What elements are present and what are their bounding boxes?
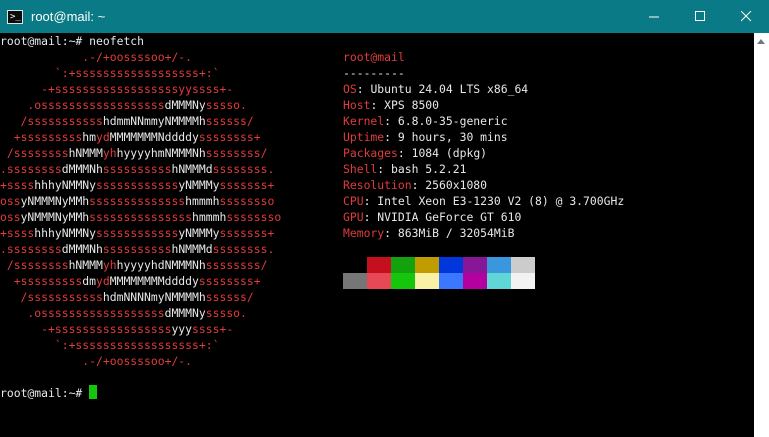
info-separator: --------- — [343, 66, 405, 80]
command-line: root@mail:~# neofetch — [0, 34, 145, 48]
color-swatch — [439, 273, 463, 289]
scrollbar-thumb[interactable] — [757, 51, 766, 411]
info-value: 9 hours, 30 mins — [397, 130, 508, 144]
info-value: Ubuntu 24.04 LTS x86_64 — [370, 82, 529, 96]
color-swatch — [415, 273, 439, 289]
info-value: 1084 (dpkg) — [411, 146, 488, 160]
text-cursor — [89, 385, 98, 399]
info-key: Memory — [343, 226, 385, 240]
info-value: 6.8.0-35-generic — [397, 114, 508, 128]
logo-line: /sssssssshNMMMyhhyyyyhmNMMMNhssssssss/ — [0, 146, 268, 160]
color-palette-row-1 — [343, 257, 535, 273]
logo-line: +ssssssssshmydMMMMMMMNddddyssssssss+ — [0, 130, 261, 144]
color-swatch — [511, 273, 535, 289]
logo-line: .-/+oossssoo+/-. — [0, 50, 193, 64]
logo-line: `:+ssssssssssssssssss+:` — [0, 338, 220, 352]
info-key: OS — [343, 82, 357, 96]
logo-line: +sssssssssdmydMMMMMMMMddddyssssssss+ — [0, 274, 261, 288]
vertical-scrollbar[interactable] — [754, 33, 769, 437]
color-swatch — [487, 273, 511, 289]
color-swatch — [511, 257, 535, 273]
logo-line: -+sssssssssssssssssyyyssss+- — [0, 322, 234, 336]
logo-line: /ssssssssssshdmNNNNmyNMMMMhssssss/ — [0, 290, 254, 304]
info-key: Resolution — [343, 178, 412, 192]
info-row: Host: XPS 8500 — [343, 98, 440, 112]
logo-line: .-/+oossssoo+/-. — [0, 354, 193, 368]
maximize-button[interactable] — [677, 0, 723, 33]
logo-line: .ossssssssssssssssssdMMMNysssso. — [0, 306, 247, 320]
prompt-line[interactable]: root@mail:~# — [0, 385, 98, 401]
close-button[interactable] — [723, 0, 769, 33]
color-swatch — [391, 273, 415, 289]
info-value: Intel Xeon E3-1230 V2 (8) @ 3.700GHz — [377, 194, 625, 208]
close-icon — [740, 11, 751, 22]
color-swatch — [343, 273, 367, 289]
logo-line: ossyNMMMNyMMhsssssssssssssshmmmhssssssso — [0, 194, 275, 208]
logo-line: /ssssssssssshdmmNNmmyNMMMMhssssss/ — [0, 114, 254, 128]
color-swatch — [343, 257, 367, 273]
info-value: 2560x1080 — [425, 178, 488, 192]
info-row: Uptime: 9 hours, 30 mins — [343, 130, 508, 144]
info-row: Resolution: 2560x1080 — [343, 178, 488, 192]
window-title: root@mail: ~ — [31, 9, 106, 24]
info-key: CPU — [343, 194, 364, 208]
color-swatch — [439, 257, 463, 273]
color-palette-row-2 — [343, 273, 535, 289]
info-key: Uptime — [343, 130, 385, 144]
maximize-icon — [694, 11, 705, 21]
color-swatch — [367, 273, 391, 289]
info-row: Kernel: 6.8.0-35-generic — [343, 114, 508, 128]
info-value: NVIDIA GeForce GT 610 — [377, 210, 522, 224]
color-swatch — [487, 257, 511, 273]
color-swatch — [367, 257, 391, 273]
info-key: Kernel — [343, 114, 385, 128]
info-value: 863MiB / 32054MiB — [397, 226, 515, 240]
logo-line: +sssshhhyNMMNyssssssssssssyNMMMysssssss+ — [0, 178, 275, 192]
color-swatch — [463, 257, 487, 273]
logo-line: -+ssssssssssssssssssyyssss+- — [0, 82, 234, 96]
info-row: Shell: bash 5.2.21 — [343, 162, 467, 176]
logo-line: ossyNMMMNyMMhssssssssssssssshmmmhsssssss… — [0, 210, 282, 224]
scroll-up-icon[interactable] — [757, 39, 765, 44]
logo-line: .ossssssssssssssssssdMMMNysssso. — [0, 98, 247, 112]
color-swatch — [463, 273, 487, 289]
title-bar: >_ root@mail: ~ — [0, 0, 769, 33]
terminal-icon: >_ — [7, 9, 23, 24]
info-key: Host — [343, 98, 371, 112]
user-host: root@mail — [343, 50, 405, 64]
color-swatch — [415, 257, 439, 273]
logo-line: /sssssssshNMMMyhhyyyyhdNMMMNhssssssss/ — [0, 258, 268, 272]
info-row: OS: Ubuntu 24.04 LTS x86_64 — [343, 82, 529, 96]
info-value: XPS 8500 — [384, 98, 440, 112]
logo-line: +sssshhhyNMMNyssssssssssssyNMMMysssssss+ — [0, 226, 275, 240]
logo-line: `:+ssssssssssssssssss+:` — [0, 66, 220, 80]
color-swatch — [391, 257, 415, 273]
info-key: Packages — [343, 146, 398, 160]
terminal-output[interactable]: root@mail:~# neofetch .-/+oossssoo+/-. `… — [0, 33, 754, 437]
info-value: bash 5.2.21 — [391, 162, 467, 176]
info-key: Shell — [343, 162, 378, 176]
info-row: Memory: 863MiB / 32054MiB — [343, 226, 515, 240]
info-row: GPU: NVIDIA GeForce GT 610 — [343, 210, 522, 224]
logo-line: .ssssssssdMMMNhsssssssssshNMMMdssssssss. — [0, 162, 275, 176]
info-key: GPU — [343, 210, 364, 224]
logo-line: .ssssssssdMMMNhsssssssssshNMMMdssssssss. — [0, 242, 275, 256]
info-row: CPU: Intel Xeon E3-1230 V2 (8) @ 3.700GH… — [343, 194, 625, 208]
minimize-button[interactable] — [631, 0, 677, 33]
info-row: Packages: 1084 (dpkg) — [343, 146, 488, 160]
minimize-icon — [648, 16, 659, 18]
